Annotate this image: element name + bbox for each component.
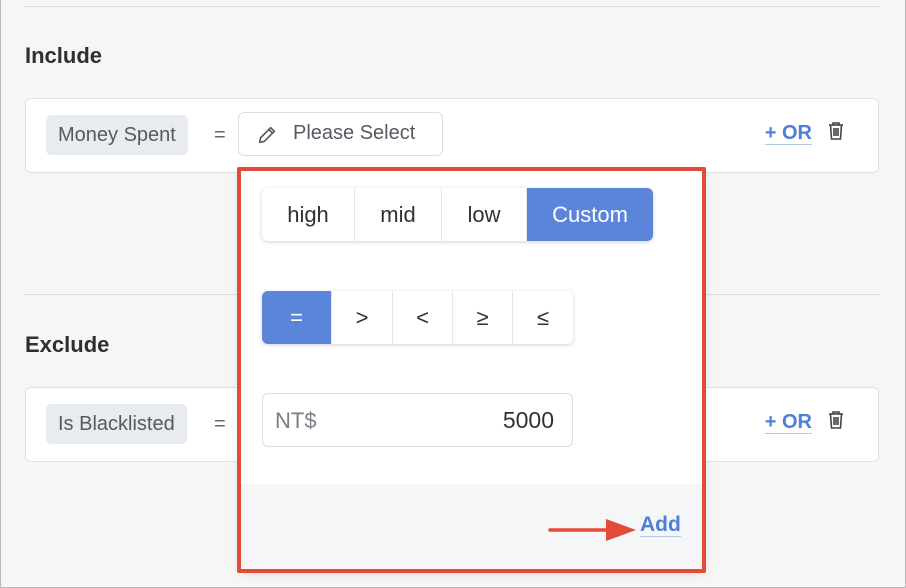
exclude-field-chip[interactable]: Is Blacklisted xyxy=(46,404,187,444)
include-delete-button[interactable] xyxy=(827,121,845,146)
include-title: Include xyxy=(25,43,103,68)
exclude-delete-button[interactable] xyxy=(827,410,845,435)
exclude-title: Exclude xyxy=(25,332,110,357)
include-rule-row: Money Spent = Please Select + OR xyxy=(25,98,879,173)
top-divider xyxy=(25,6,879,7)
include-add-or-link[interactable]: + OR xyxy=(764,122,812,145)
trash-icon xyxy=(829,122,843,140)
please-select-label: Please Select xyxy=(293,122,416,144)
exclude-add-or-link[interactable]: + OR xyxy=(764,411,812,434)
annotation-highlight-box xyxy=(237,167,706,573)
exclude-operator-label: = xyxy=(214,413,226,435)
please-select-button[interactable]: Please Select xyxy=(238,112,443,156)
trash-icon xyxy=(829,411,843,429)
include-field-chip[interactable]: Money Spent xyxy=(46,115,188,155)
include-operator-label: = xyxy=(214,124,226,146)
pencil-icon xyxy=(258,126,276,144)
